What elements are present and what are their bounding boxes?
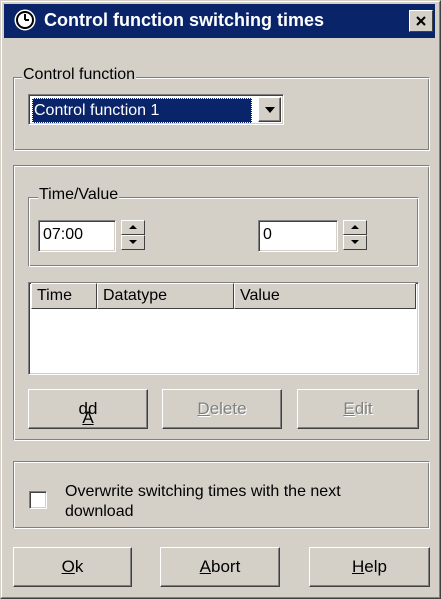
column-header-datatype[interactable]: Datatype [97,283,234,309]
value-input[interactable]: 0 [258,220,338,252]
overwrite-checkbox-label[interactable]: Overwrite switching times with the next … [65,482,405,522]
close-button[interactable] [409,10,433,32]
add-button-label: Add [78,399,98,427]
value-input-value: 0 [263,226,272,243]
add-button[interactable]: Add [28,389,148,429]
time-spinner[interactable] [121,220,145,250]
dropdown-button[interactable] [258,97,281,122]
delete-button-label: Delete [197,399,247,418]
switching-times-table[interactable]: Time Datatype Value [28,282,419,375]
title-bar[interactable]: Control function switching times [4,4,435,38]
help-button[interactable]: Help [309,547,430,587]
edit-button-label: Edit [343,399,373,418]
time-input-value: 07:00 [43,226,84,243]
overwrite-checkbox[interactable] [29,491,47,509]
arrow-up-icon [129,225,137,229]
time-input[interactable]: 07:00 [38,220,116,252]
control-function-dropdown[interactable]: Control function 1 [28,94,284,125]
delete-button[interactable]: Delete [162,389,282,429]
time-spin-down-button[interactable] [121,235,145,250]
close-icon [416,16,426,26]
dialog-window: Control function switching times Control… [0,0,441,599]
abort-button-label: Abort [199,557,241,576]
help-button-label: Help [352,557,387,576]
chevron-down-icon [265,107,275,113]
time-spin-up-button[interactable] [121,220,145,235]
control-function-group-label: Control function [22,66,137,84]
value-spin-down-button[interactable] [343,235,367,250]
abort-button[interactable]: Abort [160,547,280,587]
control-function-selected: Control function 1 [32,98,252,123]
ok-button-label: Ok [61,557,84,576]
column-header-value[interactable]: Value [234,283,416,309]
edit-button[interactable]: Edit [297,389,419,429]
time-value-group-label: Time/Value [38,186,120,204]
value-spin-up-button[interactable] [343,220,367,235]
value-spinner[interactable] [343,220,367,250]
ok-button[interactable]: Ok [13,547,132,587]
column-header-time[interactable]: Time [31,283,97,309]
arrow-down-icon [129,240,137,244]
arrow-down-icon [351,240,359,244]
window-title: Control function switching times [44,10,324,30]
arrow-up-icon [351,225,359,229]
clock-icon [14,9,36,31]
